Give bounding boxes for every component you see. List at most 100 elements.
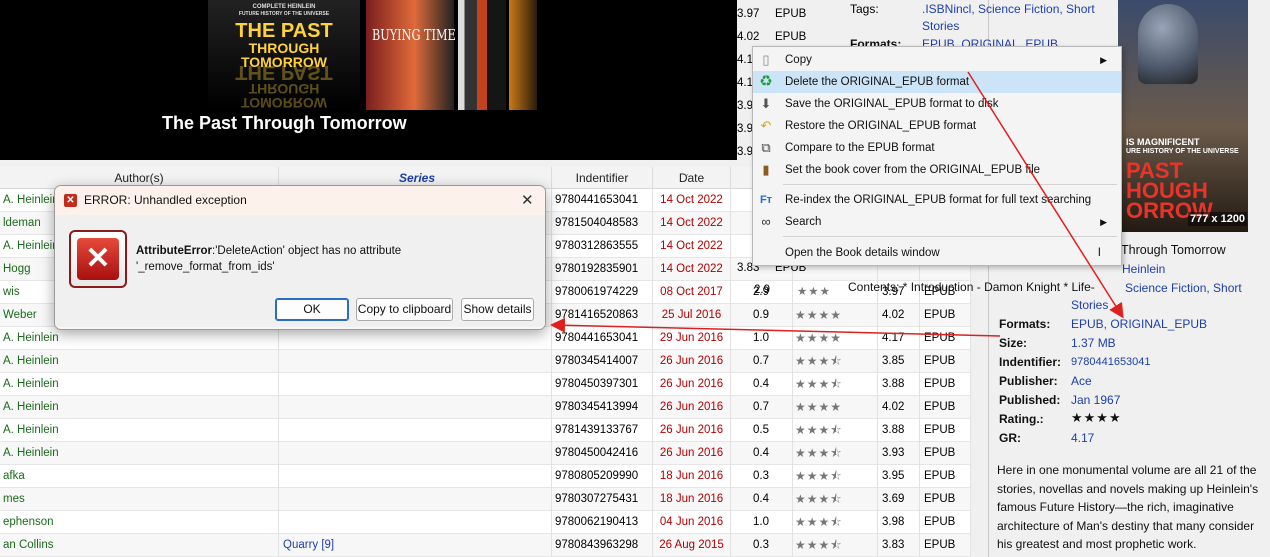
- dialog-title: ERROR: Unhandled exception: [84, 193, 247, 207]
- cell-date: 26 Aug 2015: [653, 534, 731, 557]
- cover-top-text: COMPLETE HEINLEIN: [252, 4, 316, 10]
- frag-gr-4: 3.9: [737, 100, 753, 112]
- cover-third[interactable]: [458, 0, 506, 110]
- cover-browser[interactable]: COMPLETE HEINLEIN FUTURE HISTORY OF THE …: [0, 0, 737, 160]
- cell-series: [279, 511, 552, 534]
- cell-id: 9780805209990: [552, 465, 653, 488]
- cover-sub-text: FUTURE HISTORY OF THE UNIVERSE: [238, 11, 330, 17]
- cell-author: A. Heinlein: [0, 350, 279, 373]
- published-label: Published:: [999, 393, 1061, 407]
- details-tags-a[interactable]: Science Fiction, Short: [1125, 281, 1242, 295]
- details-tags-b[interactable]: Stories: [1071, 298, 1108, 312]
- cell-rating: ★★★⯪: [793, 350, 878, 373]
- error-icon: ✕: [69, 230, 127, 288]
- cell-rating: ★★★⯪: [793, 488, 878, 511]
- frag-size: 2.9: [754, 284, 770, 296]
- cell-id: 9781439133767: [552, 419, 653, 442]
- cover-astronaut-art: [1138, 4, 1198, 84]
- menu-separator: [783, 236, 1117, 237]
- table-row[interactable]: mes 9780307275431 18 Jun 2016 0.4 ★★★⯪ 3.69 EP…: [0, 488, 971, 511]
- cell-gr: 4.17: [878, 327, 920, 350]
- cell-id: 9780312863555: [552, 235, 653, 258]
- formats-label: Formats:: [999, 317, 1051, 331]
- cover-main[interactable]: COMPLETE HEINLEIN FUTURE HISTORY OF THE …: [208, 0, 360, 111]
- menu-item-compare[interactable]: ⧉ Compare to the EPUB format: [753, 137, 1121, 159]
- frag-gr-1: 4.02: [737, 31, 760, 43]
- cell-size: 0.5: [731, 419, 793, 442]
- cell-size: 0.4: [731, 373, 793, 396]
- menu-item-reindex[interactable]: Fᴛ Re-index the ORIGINAL_EPUB format for…: [753, 189, 1121, 211]
- cell-series: [279, 465, 552, 488]
- cell-fmt: EPUB: [920, 511, 971, 534]
- col-header-date[interactable]: ⌄ Date: [653, 167, 731, 189]
- publisher-value[interactable]: Ace: [1071, 374, 1092, 388]
- cell-size: 0.7: [731, 350, 793, 373]
- formats-value[interactable]: EPUB, ORIGINAL_EPUB: [1071, 317, 1207, 331]
- book-cover-large[interactable]: IS MAGNIFICENT URE HISTORY OF THE UNIVER…: [1118, 0, 1248, 232]
- frag-gr-2: 4.1: [737, 54, 753, 66]
- cell-date: 26 Jun 2016: [653, 419, 731, 442]
- cell-gr: 4.02: [878, 304, 920, 327]
- cover-reflection: TOMORROW THROUGH THE PAST: [235, 61, 333, 111]
- cell-fmt: EPUB: [920, 350, 971, 373]
- rating-label: Rating.:: [999, 412, 1044, 426]
- cover-fourth[interactable]: [509, 0, 537, 110]
- dialog-titlebar[interactable]: ✕ ERROR: Unhandled exception ✕: [55, 186, 545, 215]
- frag-fmt-1: EPUB: [775, 31, 807, 43]
- table-row[interactable]: A. Heinlein 9781439133767 26 Jun 2016 0.5 ★★…: [0, 419, 971, 442]
- table-row[interactable]: afka 9780805209990 18 Jun 2016 0.3 ★★★⯪ 3.95 E…: [0, 465, 971, 488]
- cell-fmt: EPUB: [920, 488, 971, 511]
- menu-item-search[interactable]: ∞ Search ▶: [753, 211, 1121, 233]
- cell-id: 9780345414007: [552, 350, 653, 373]
- identifier-value[interactable]: 9780441653041: [1071, 356, 1151, 368]
- error-dialog[interactable]: ✕ ERROR: Unhandled exception ✕ ✕ Attribu…: [54, 185, 546, 330]
- tags-value-2[interactable]: Stories: [922, 19, 959, 33]
- table-row[interactable]: A. Heinlein 9780450042416 26 Jun 2016 0.4 ★★…: [0, 442, 971, 465]
- cell-gr: 3.98: [878, 511, 920, 534]
- menu-item-set-cover[interactable]: ▮ Set the book cover from the ORIGINAL_E…: [753, 159, 1121, 181]
- recycle-icon: ♻: [759, 73, 773, 90]
- cell-author: ephenson: [0, 511, 279, 534]
- cover-browser-title: The Past Through Tomorrow: [162, 113, 407, 133]
- cover-l2: THROUGH: [248, 40, 320, 56]
- cell-date: 26 Jun 2016: [653, 350, 731, 373]
- cell-author: A. Heinlein: [0, 327, 279, 350]
- gr-value: 4.17: [1071, 431, 1095, 445]
- menu-item-restore-format[interactable]: ↶ Restore the ORIGINAL_EPUB format: [753, 115, 1121, 137]
- cell-date: 04 Jun 2016: [653, 511, 731, 534]
- context-menu[interactable]: ▯ Copy ▶ ♻ Delete the ORIGINAL_EPUB form…: [752, 46, 1122, 266]
- copy-icon: ▯: [762, 52, 770, 67]
- cell-id: 9780450042416: [552, 442, 653, 465]
- frag-fmt-0: EPUB: [775, 8, 807, 20]
- table-row[interactable]: an Collins Quarry [9] 9780843963298 26 Aug …: [0, 534, 971, 557]
- table-row[interactable]: A. Heinlein 9780345413994 26 Jun 2016 0.7 ★★…: [0, 396, 971, 419]
- cell-gr: 3.69: [878, 488, 920, 511]
- book-icon: ▮: [762, 162, 770, 177]
- cell-id: 9780062190413: [552, 511, 653, 534]
- details-author[interactable]: Heinlein: [1122, 262, 1165, 276]
- copy-to-clipboard-button[interactable]: Copy to clipboard: [356, 298, 453, 321]
- col-header-identifier[interactable]: Indentifier: [552, 167, 653, 189]
- tags-value[interactable]: .ISBNincl, Science Fiction, Short: [922, 2, 1095, 16]
- close-icon[interactable]: ✕: [521, 191, 534, 209]
- cell-rating: ★★★⯪: [793, 442, 878, 465]
- frag-gr-0: 3.97: [737, 8, 760, 20]
- ok-button[interactable]: OK: [275, 298, 349, 321]
- menu-item-book-details[interactable]: Open the Book details window I: [753, 242, 1121, 264]
- table-row[interactable]: A. Heinlein 9780441653041 29 Jun 2016 1.0 ★★…: [0, 327, 971, 350]
- error-message: AttributeError:'DeleteAction' object has…: [136, 243, 476, 275]
- cell-rating: ★★★★: [793, 327, 878, 350]
- show-details-button[interactable]: Show details: [461, 298, 534, 321]
- cover-second[interactable]: BUYING TIME: [366, 0, 456, 110]
- details-contents: Contents: * Introduction - Damon Knight …: [848, 280, 1095, 294]
- frag-rating: ★★★: [797, 286, 831, 298]
- cell-gr: 3.88: [878, 373, 920, 396]
- table-row[interactable]: ephenson 9780062190413 04 Jun 2016 1.0 ★★★⯪ 3…: [0, 511, 971, 534]
- table-row[interactable]: A. Heinlein 9780345414007 26 Jun 2016 0.7 ★★…: [0, 350, 971, 373]
- menu-item-save-format[interactable]: ⬇ Save the ORIGINAL_EPUB format to disk: [753, 93, 1121, 115]
- cell-date: 14 Oct 2022: [653, 189, 731, 212]
- table-row[interactable]: A. Heinlein 9780450397301 26 Jun 2016 0.4 ★★…: [0, 373, 971, 396]
- menu-item-delete-format[interactable]: ♻ Delete the ORIGINAL_EPUB format: [753, 71, 1121, 93]
- menu-item-copy[interactable]: ▯ Copy ▶: [753, 49, 1121, 71]
- cell-author: A. Heinlein: [0, 419, 279, 442]
